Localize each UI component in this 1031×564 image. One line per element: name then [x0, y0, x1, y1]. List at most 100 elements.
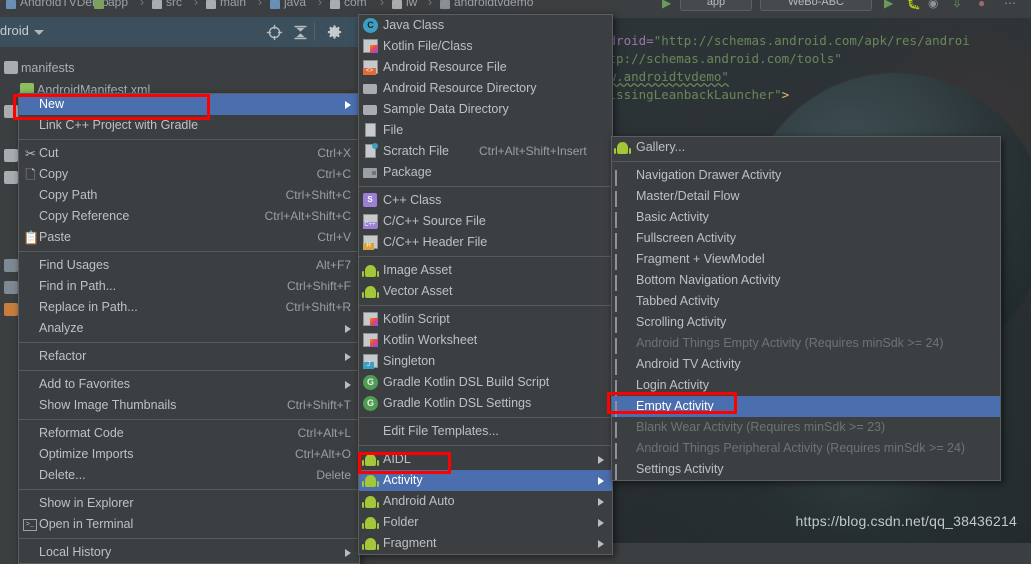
tree-item[interactable]: manifests: [0, 61, 75, 79]
menu-item-master-detail-flow[interactable]: Master/Detail Flow: [612, 186, 1000, 207]
menu-item-file[interactable]: File: [359, 120, 612, 141]
menu-item-find-in-path[interactable]: Find in Path... Ctrl+Shift+F: [19, 276, 359, 297]
terminal-icon: >_: [23, 517, 38, 532]
menu-item-label: C/C++ Source File: [383, 214, 486, 228]
menu-item-android-things-empty-activity-requires-minsdk-24[interactable]: Android Things Empty Activity (Requires …: [612, 333, 1000, 354]
activity-submenu[interactable]: Gallery... Navigation Drawer Activity Mast…: [611, 136, 1001, 481]
menu-item-delete[interactable]: Delete... Delete: [19, 465, 359, 486]
menu-item-sample-data-directory[interactable]: Sample Data Directory: [359, 99, 612, 120]
watermark-text: https://blog.csdn.net/qq_38436214: [795, 513, 1017, 529]
menu-item-label: Optimize Imports: [39, 447, 134, 461]
menu-item-android-resource-file[interactable]: <> Android Resource File: [359, 57, 612, 78]
menu-item-scratch-file[interactable]: Scratch File Ctrl+Alt+Shift+Insert: [359, 141, 612, 162]
menu-item-edit-file-templates[interactable]: Edit File Templates...: [359, 421, 612, 442]
sync-gradle-icon[interactable]: ⇩: [952, 0, 965, 10]
avd-manager-icon[interactable]: ●: [978, 0, 991, 10]
menu-item-gallery[interactable]: Gallery...: [612, 137, 1000, 158]
code-token: >: [781, 87, 790, 102]
run-icon[interactable]: ▶: [884, 0, 897, 10]
menu-item-copy-path[interactable]: Copy Path Ctrl+Shift+C: [19, 185, 359, 206]
menu-item-login-activity[interactable]: Login Activity: [612, 375, 1000, 396]
menu-item-android-resource-directory[interactable]: Android Resource Directory: [359, 78, 612, 99]
menu-item-show-image-thumbnails[interactable]: Show Image Thumbnails Ctrl+Shift+T: [19, 395, 359, 416]
sdk-manager-icon[interactable]: ⋯: [1004, 0, 1017, 10]
menu-item-folder[interactable]: Folder: [359, 512, 612, 533]
chevron-down-icon[interactable]: [34, 30, 44, 35]
new-submenu[interactable]: C Java Class Kotlin File/Class <> Android Re…: [358, 14, 613, 555]
menu-item-package[interactable]: Package: [359, 162, 612, 183]
menu-item-blank-wear-activity-requires-minsdk-23[interactable]: Blank Wear Activity (Requires minSdk >= …: [612, 417, 1000, 438]
menu-item-local-history[interactable]: Local History: [19, 542, 359, 563]
breadcrumb-item-4[interactable]: java: [284, 0, 306, 9]
device-selector-button[interactable]: WeBo-ABC: [760, 0, 872, 11]
debug-icon[interactable]: 🐛: [906, 0, 921, 10]
menu-item-label: Scrolling Activity: [636, 315, 727, 329]
menu-item-java-class[interactable]: C Java Class: [359, 15, 612, 36]
menu-item-settings-activity[interactable]: Settings Activity: [612, 459, 1000, 480]
menu-item-android-tv-activity[interactable]: Android TV Activity: [612, 354, 1000, 375]
breadcrumb-item-6[interactable]: lw: [406, 0, 417, 9]
collapse-all-icon[interactable]: [292, 24, 309, 41]
menu-item-label: Gradle Kotlin DSL Build Script: [383, 375, 550, 389]
menu-item-bottom-navigation-activity[interactable]: Bottom Navigation Activity: [612, 270, 1000, 291]
locate-icon[interactable]: [266, 24, 283, 41]
menu-item-new[interactable]: New: [19, 94, 359, 115]
menu-item-shortcut: Ctrl+Alt+O: [294, 447, 351, 461]
menu-item-empty-activity[interactable]: Empty Activity: [612, 396, 1000, 417]
run-arrow-icon[interactable]: ▶: [662, 0, 675, 10]
file-context-menu[interactable]: New Link C++ Project with Gradle ✂ Cut Ctrl+…: [18, 93, 360, 564]
profile-icon[interactable]: ◉: [928, 0, 941, 10]
menu-item-android-auto[interactable]: Android Auto: [359, 491, 612, 512]
folder-icon: [270, 0, 280, 9]
menu-item-fragment[interactable]: Fragment: [359, 533, 612, 554]
gear-icon[interactable]: [326, 24, 343, 41]
menu-item-gradle-kotlin-dsl-settings[interactable]: G Gradle Kotlin DSL Settings: [359, 393, 612, 414]
menu-item-show-in-explorer[interactable]: Show in Explorer: [19, 493, 359, 514]
menu-item-fragment-viewmodel[interactable]: Fragment + ViewModel: [612, 249, 1000, 270]
chevron-right-icon: [345, 325, 351, 333]
menu-item-c-c-source-file[interactable]: C++ C/C++ Source File: [359, 211, 612, 232]
breadcrumb-item-1[interactable]: app: [108, 0, 128, 9]
menu-item-kotlin-script[interactable]: Kotlin Script: [359, 309, 612, 330]
breadcrumb-item-5[interactable]: com: [344, 0, 367, 9]
menu-item-shortcut: Alt+F7: [315, 258, 351, 272]
menu-item-tabbed-activity[interactable]: Tabbed Activity: [612, 291, 1000, 312]
menu-item-label: Android Things Peripheral Activity (Requ…: [636, 441, 966, 455]
menu-item-analyze[interactable]: Analyze: [19, 318, 359, 339]
menu-item-add-to-favorites[interactable]: Add to Favorites: [19, 374, 359, 395]
menu-item-replace-in-path[interactable]: Replace in Path... Ctrl+Shift+R: [19, 297, 359, 318]
project-view-combo-label[interactable]: Android: [0, 23, 29, 38]
menu-item-find-usages[interactable]: Find Usages Alt+F7: [19, 255, 359, 276]
breadcrumb-item-7[interactable]: androidtvdemo: [454, 0, 533, 9]
menu-item-android-things-peripheral-activity-requires-minsdk-24[interactable]: Android Things Peripheral Activity (Requ…: [612, 438, 1000, 459]
menu-item-image-asset[interactable]: Image Asset: [359, 260, 612, 281]
menu-item-c-c-header-file[interactable]: H C/C++ Header File: [359, 232, 612, 253]
menu-item-singleton[interactable]: J Singleton: [359, 351, 612, 372]
menu-item-kotlin-worksheet[interactable]: Kotlin Worksheet: [359, 330, 612, 351]
menu-item-copy-reference[interactable]: Copy Reference Ctrl+Alt+Shift+C: [19, 206, 359, 227]
menu-item-link-c-project-with-gradle[interactable]: Link C++ Project with Gradle: [19, 115, 359, 136]
menu-item-optimize-imports[interactable]: Optimize Imports Ctrl+Alt+O: [19, 444, 359, 465]
menu-item-navigation-drawer-activity[interactable]: Navigation Drawer Activity: [612, 165, 1000, 186]
menu-item-paste[interactable]: 📋 Paste Ctrl+V: [19, 227, 359, 248]
editor-code-text[interactable]: ndroid="http://schemas.android.com/apk/r…: [601, 32, 970, 104]
menu-item-basic-activity[interactable]: Basic Activity: [612, 207, 1000, 228]
menu-item-refactor[interactable]: Refactor: [19, 346, 359, 367]
menu-item-kotlin-file-class[interactable]: Kotlin File/Class: [359, 36, 612, 57]
menu-item-activity[interactable]: Activity: [359, 470, 612, 491]
menu-item-label: Kotlin File/Class: [383, 39, 473, 53]
menu-item-open-in-terminal[interactable]: >_ Open in Terminal: [19, 514, 359, 535]
menu-item-shortcut: Delete: [316, 468, 351, 482]
menu-item-cut[interactable]: ✂ Cut Ctrl+X: [19, 143, 359, 164]
run-configuration-button[interactable]: app: [680, 0, 752, 11]
breadcrumb-item-2[interactable]: src: [166, 0, 182, 9]
menu-item-fullscreen-activity[interactable]: Fullscreen Activity: [612, 228, 1000, 249]
menu-item-c-class[interactable]: S C++ Class: [359, 190, 612, 211]
menu-item-copy[interactable]: 🗋 Copy Ctrl+C: [19, 164, 359, 185]
menu-item-scrolling-activity[interactable]: Scrolling Activity: [612, 312, 1000, 333]
menu-item-reformat-code[interactable]: Reformat Code Ctrl+Alt+L: [19, 423, 359, 444]
menu-item-gradle-kotlin-dsl-build-script[interactable]: G Gradle Kotlin DSL Build Script: [359, 372, 612, 393]
menu-item-aidl[interactable]: AIDL: [359, 449, 612, 470]
breadcrumb-item-3[interactable]: main: [220, 0, 246, 9]
menu-item-vector-asset[interactable]: Vector Asset: [359, 281, 612, 302]
